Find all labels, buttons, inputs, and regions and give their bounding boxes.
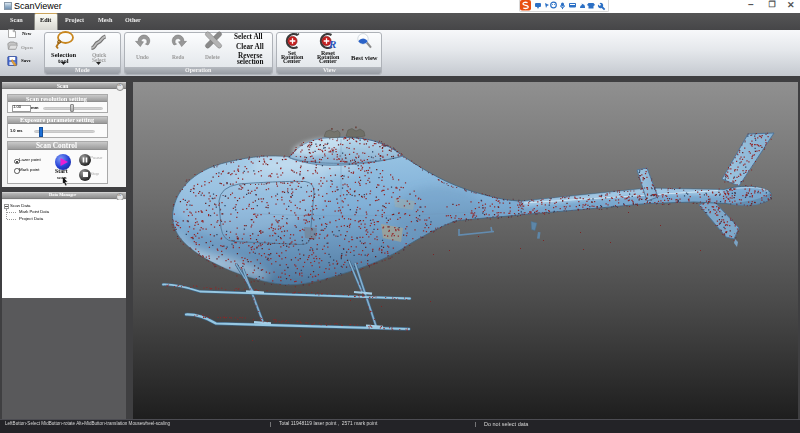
- svg-text:R: R: [328, 38, 336, 50]
